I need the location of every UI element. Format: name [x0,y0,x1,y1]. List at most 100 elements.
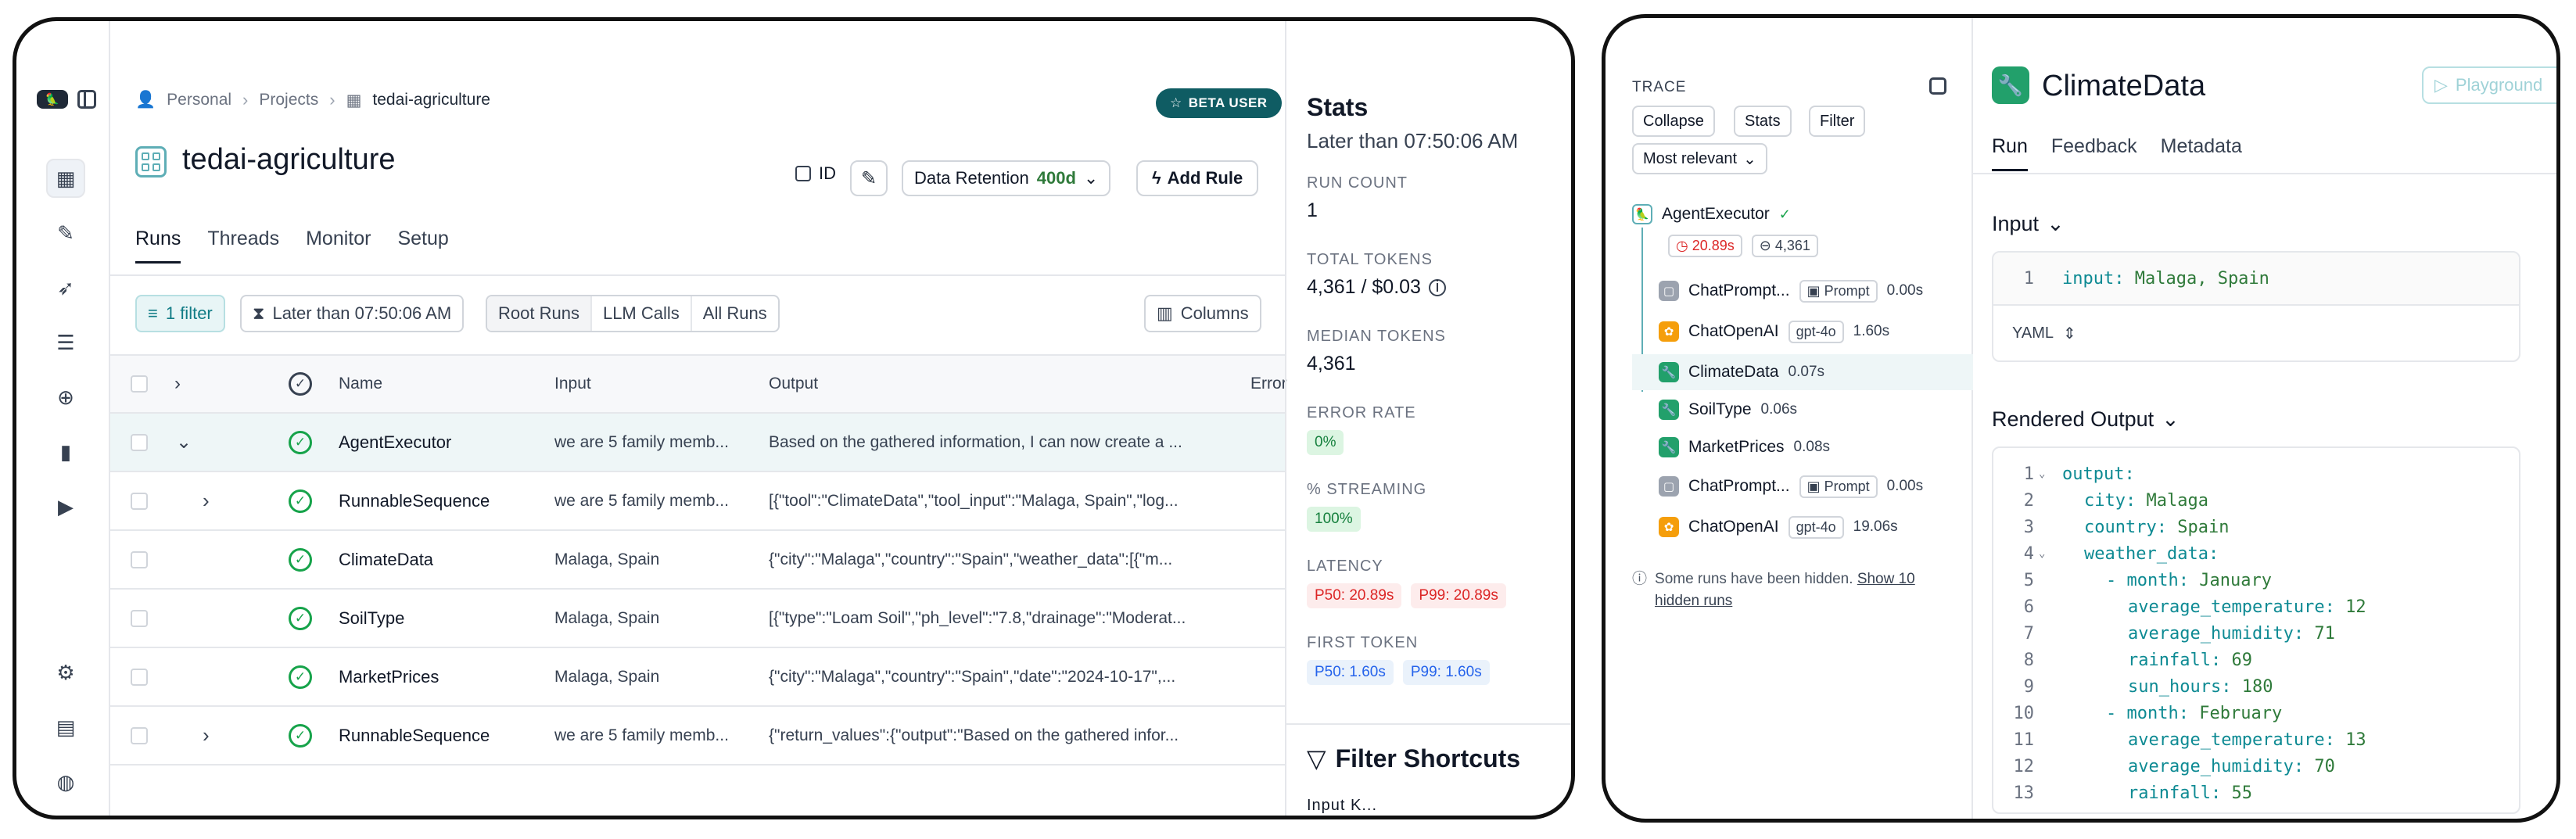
fold-chevron-icon[interactable]: ⌄ [2039,468,2051,480]
table-row[interactable]: ⌄ ✓ AgentExecutor we are 5 family memb..… [110,414,1285,472]
tab-runs[interactable]: Runs [135,228,181,264]
code-line: 13 rainfall: 55 [1993,780,2519,806]
play-circle-icon: ▷ [2434,75,2448,95]
output-section-toggle[interactable]: Rendered Output ⌄ [1992,407,2180,432]
collapse-button[interactable]: Collapse [1632,106,1715,137]
grid-icon[interactable]: ▦ [46,159,85,198]
filter-shortcuts-label: Filter Shortcuts [1335,744,1521,773]
table-row[interactable]: › ✓ RunnableSequence we are 5 family mem… [110,472,1285,531]
beta-user-badge[interactable]: ☆ BETA USER [1156,88,1282,118]
sidebar-toggle-icon[interactable] [77,90,96,109]
fold-chevron-icon[interactable]: ⌄ [2039,547,2051,560]
yaml-key: city [2084,490,2126,511]
row-checkbox[interactable] [131,433,148,451]
copy-id-button[interactable]: ID [795,163,836,184]
filter-button[interactable]: Filter [1809,106,1866,137]
input-value: Malaga, Spain [2134,268,2269,289]
info-icon[interactable]: i [1428,278,1446,296]
input-section-toggle[interactable]: Input ⌄ [1992,212,2065,236]
breadcrumb-projects[interactable]: Projects [259,91,318,109]
table-row[interactable]: ✓ MarketPrices Malaga, Spain {"city":"Ma… [110,648,1285,707]
playground-button[interactable]: ▷ Playground [2422,66,2556,104]
edit-button[interactable]: ✎ [850,160,888,196]
trace-node[interactable]: 🔧 SoilType 0.06s [1632,392,1973,428]
database-icon[interactable]: ☰ [46,323,85,362]
tab-feedback[interactable]: Feedback [2051,135,2137,171]
breadcrumb-personal[interactable]: Personal [167,91,231,109]
table-row[interactable]: › ✓ RunnableSequence we are 5 family mem… [110,707,1285,765]
trace-node-duration: 0.08s [1793,439,1831,455]
row-checkbox[interactable] [131,492,148,510]
prompt-tag: ▣ Prompt [1799,475,1878,498]
pen-icon[interactable]: ✎ [46,213,85,253]
row-checkbox[interactable] [131,726,148,744]
row-checkbox[interactable] [131,609,148,627]
col-output[interactable]: Output [769,356,818,412]
output-code-block[interactable]: 1 ⌄ output: 2 city: Malaga 3 country: Spain 4 ⌄ w… [1992,446,2520,814]
panel-toggle-icon[interactable] [1929,77,1946,95]
col-input[interactable]: Input [554,356,591,412]
time-filter-chip[interactable]: ⧗ Later than 07:50:06 AM [240,295,465,332]
row-checkbox[interactable] [131,550,148,568]
play-icon[interactable]: ▶ [46,487,85,526]
tab-threads[interactable]: Threads [207,228,279,264]
row-name: RunnableSequence [339,725,490,745]
trace-node-selected[interactable]: 🔧 ClimateData 0.07s [1632,354,1973,390]
median-tokens-label: MEDIAN TOKENS [1307,328,1446,345]
icon-rail: 🦜 ▦ ✎ ➶ ☰ ⊕ ▮ ▶ ⚙ ▤ ◍ [16,21,110,816]
trace-node-duration: 19.06s [1853,518,1898,535]
latency-p99: P99: 20.89s [1411,583,1506,608]
expand-icon[interactable]: › [203,707,210,764]
settings-icon[interactable]: ⚙ [46,653,85,692]
chart-icon[interactable]: ▮ [46,432,85,471]
col-name[interactable]: Name [339,356,382,412]
total-tokens-value: 4,361 / $0.03 [1307,276,1421,298]
code-line: 1 ⌄ output: [1993,461,2519,487]
segment-root-runs[interactable]: Root Runs [487,296,592,331]
columns-button[interactable]: ▥ Columns [1144,295,1261,332]
beta-label: BETA USER [1188,95,1268,110]
row-checkbox[interactable] [131,668,148,686]
star-icon: ☆ [1170,95,1182,110]
rocket-icon[interactable]: ➶ [46,268,85,307]
trace-node[interactable]: ▢ ChatPrompt... ▣ Prompt 0.00s [1632,468,1973,504]
trace-node[interactable]: ▢ ChatPrompt... ▣ Prompt 0.00s [1632,273,1973,309]
col-error[interactable]: Error [1250,356,1287,412]
select-all-checkbox[interactable] [131,375,148,393]
stats-button[interactable]: Stats [1734,106,1792,137]
code-line: 12 average_humidity: 70 [1993,753,2519,780]
trace-node-name: MarketPrices [1688,438,1785,456]
line-number: 4 [2023,543,2034,564]
tab-setup[interactable]: Setup [397,228,448,264]
collapse-icon[interactable]: ⌄ [176,414,192,471]
expand-all-icon[interactable]: › [174,356,181,412]
table-row[interactable]: ✓ ClimateData Malaga, Spain {"city":"Mal… [110,531,1285,590]
error-rate-value: 0% [1307,430,1344,455]
segment-all-runs[interactable]: All Runs [692,296,778,331]
chat-plus-icon[interactable]: ⊕ [46,378,85,417]
sort-select[interactable]: Most relevant ⌄ [1632,143,1767,174]
line-number: 7 [2023,623,2034,644]
line-number: 6 [2023,597,2034,617]
tab-monitor[interactable]: Monitor [306,228,371,264]
globe-icon[interactable]: ◍ [46,762,85,801]
document-icon[interactable]: ▤ [46,708,85,747]
success-icon: ✓ [289,547,312,572]
segment-llm-calls[interactable]: LLM Calls [592,296,692,331]
add-rule-button[interactable]: ϟ Add Rule [1136,160,1259,196]
table-row[interactable]: ✓ SoilType Malaga, Spain [{"type":"Loam … [110,590,1285,648]
trace-node[interactable]: ✿ ChatOpenAI gpt-4o 1.60s [1632,314,1973,350]
yaml-colon: : [2210,783,2222,803]
input-code-block[interactable]: 1 input: Malaga, Spain YAML ⇕ [1992,251,2520,362]
page-title: tedai-agriculture [182,143,396,176]
trace-node[interactable]: 🔧 MarketPrices 0.08s [1632,429,1973,465]
data-retention-select[interactable]: Data Retention 400d ⌄ [902,160,1111,196]
tab-metadata[interactable]: Metadata [2161,135,2242,171]
expand-icon[interactable]: › [203,472,210,529]
filter-count-button[interactable]: ≡ 1 filter [135,295,225,332]
tab-run[interactable]: Run [1992,135,2028,171]
cutoff-shortcut[interactable]: Input K... [1307,797,1377,815]
trace-node[interactable]: ✿ ChatOpenAI gpt-4o 19.06s [1632,509,1973,545]
langsmith-logo-icon[interactable]: 🦜 [37,90,68,109]
format-select[interactable]: YAML ⇕ [1993,304,2519,360]
